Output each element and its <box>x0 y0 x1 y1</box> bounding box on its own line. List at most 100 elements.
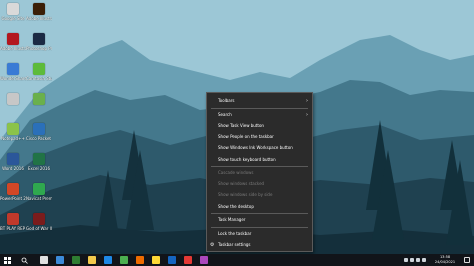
game-app-icon[interactable] <box>72 256 80 264</box>
volume-icon[interactable] <box>416 258 420 262</box>
desktop-icon-label: Excel 2016 <box>27 166 51 171</box>
desktop-icon[interactable]: Adobe Illustrator <box>26 3 52 21</box>
desktop-icon-label: Notepad++ <box>1 136 25 141</box>
clock-date: 24/04/2021 <box>434 260 456 264</box>
menu-item-label: Cascade windows <box>218 170 254 175</box>
menu-item-show-windows-ink-workspace-button[interactable]: Show Windows Ink Workspace button <box>207 143 312 153</box>
app-icon <box>7 3 19 15</box>
desktop-icon[interactable]: God of War II <box>26 213 52 231</box>
menu-item-show-people-on-the-taskbar[interactable]: Show People on the taskbar <box>207 132 312 142</box>
file-explorer-icon[interactable] <box>88 256 96 264</box>
menu-item-label: Lock the taskbar <box>218 231 252 236</box>
app-icon <box>33 153 45 165</box>
app-icon <box>33 213 45 225</box>
desktop-icon[interactable] <box>26 93 52 106</box>
app-icon <box>33 3 45 15</box>
app-icon <box>33 123 45 135</box>
sublime-icon[interactable] <box>136 256 144 264</box>
menu-separator <box>211 166 308 167</box>
desktop-icon[interactable]: Photoshop Premium <box>26 33 52 51</box>
app-icon <box>7 93 19 105</box>
menu-item-label: Show Windows Ink Workspace button <box>218 145 293 150</box>
menu-item-show-windows-side-by-side: Show windows side by side <box>207 190 312 200</box>
app-icon <box>7 213 19 225</box>
menu-item-task-manager[interactable]: Task Manager <box>207 215 312 225</box>
vscode-icon[interactable] <box>104 256 112 264</box>
desktop-icon-label: God of War II <box>26 226 52 231</box>
desktop-icon-label: Camtasia Studio <box>26 76 52 81</box>
menu-item-label: Toolbars <box>218 98 235 103</box>
desktop-icon[interactable]: Adobe Illustrator <box>0 33 26 51</box>
app-icon <box>7 63 19 75</box>
system-clock[interactable]: 13:58 24/04/2021 <box>430 255 460 265</box>
search-icon[interactable] <box>21 257 28 264</box>
language-icon[interactable] <box>422 258 426 262</box>
menu-item-label: Show Task View button <box>218 123 264 128</box>
chrome-icon[interactable] <box>120 256 128 264</box>
desktop-icon[interactable] <box>0 93 26 106</box>
app-icon <box>7 153 19 165</box>
app-icon <box>33 63 45 75</box>
desktop-icon[interactable]: Word 2016 <box>0 153 26 171</box>
app-icon <box>33 33 45 45</box>
menu-item-show-windows-stacked: Show windows stacked <box>207 179 312 189</box>
desktop-icon[interactable]: Camtasia Studio <box>26 63 52 81</box>
menu-item-search[interactable]: Search › <box>207 110 312 120</box>
task-view-icon[interactable] <box>40 256 48 264</box>
menu-item-label: Show People on the taskbar <box>218 134 274 139</box>
desktop-icon-label: Adobe Illustrator <box>0 46 26 51</box>
desktop-icon-label: Google Site <box>1 16 25 21</box>
desktop-icon-label: WonderShare Filmora <box>0 76 26 81</box>
app-icon-2[interactable] <box>184 256 192 264</box>
notifications-icon[interactable] <box>464 257 470 263</box>
gear-icon: ⚙ <box>210 242 215 248</box>
taskbar-context-menu: Toolbars › Search › Show Task View button Sho… <box>206 92 313 252</box>
menu-item-toolbars[interactable]: Toolbars › <box>207 96 312 106</box>
desktop-icon-label: Word 2016 <box>2 166 24 171</box>
app-icon <box>7 123 19 135</box>
desktop-icon[interactable]: Cisco Packet Tracer <box>26 123 52 141</box>
menu-item-lock-the-taskbar[interactable]: Lock the taskbar <box>207 229 312 239</box>
network-icon[interactable] <box>410 258 414 262</box>
menu-item-label: Task Manager <box>218 217 246 222</box>
desktop-icon[interactable]: Google Site <box>0 3 26 21</box>
desktop-icon[interactable]: PowerPoint 2016 <box>0 183 26 201</box>
desktop-icon-label: Adobe Illustrator <box>26 16 52 21</box>
menu-item-show-touch-keyboard-button[interactable]: Show touch keyboard button <box>207 155 312 165</box>
menu-item-cascade-windows: Cascade windows <box>207 168 312 178</box>
desktop-icon-label: Navicat Premium 12 <box>26 196 52 201</box>
app-icon <box>33 183 45 195</box>
menu-separator <box>211 227 308 228</box>
menu-item-show-the-desktop[interactable]: Show the desktop <box>207 202 312 212</box>
desktop[interactable]: Google SiteAdobe IllustratorAdobe Illust… <box>0 0 474 254</box>
desktop-icon-label: PowerPoint 2016 <box>0 196 26 201</box>
app-icon[interactable] <box>152 256 160 264</box>
taskbar[interactable]: 13:58 24/04/2021 <box>0 254 474 266</box>
tray-chevron-icon[interactable] <box>404 258 408 262</box>
desktop-icon[interactable]: WonderShare Filmora <box>0 63 26 81</box>
desktop-icon-label: BT PLAY REP OFFLINE <box>0 226 26 231</box>
desktop-icon[interactable]: Notepad++ <box>0 123 26 141</box>
app-icon <box>7 183 19 195</box>
desktop-icon-label: Photoshop Premium <box>26 46 52 51</box>
photoshop-icon[interactable] <box>168 256 176 264</box>
menu-separator <box>211 213 308 214</box>
menu-separator <box>211 108 308 109</box>
desktop-icon-label: Cisco Packet Tracer <box>26 136 52 141</box>
menu-item-label: Search <box>218 112 232 117</box>
menu-item-show-task-view-button[interactable]: Show Task View button <box>207 121 312 131</box>
microsoft-store-icon[interactable] <box>56 256 64 264</box>
menu-item-label: Show the desktop <box>218 204 254 209</box>
menu-item-taskbar-settings[interactable]: Taskbar settings ⚙ <box>207 240 312 250</box>
windows-logo-icon[interactable] <box>4 257 11 264</box>
desktop-icon[interactable]: Navicat Premium 12 <box>26 183 52 201</box>
desktop-icon[interactable]: Excel 2016 <box>26 153 52 171</box>
desktop-icon[interactable]: BT PLAY REP OFFLINE <box>0 213 26 231</box>
menu-item-label: Taskbar settings <box>218 242 251 247</box>
menu-item-label: Show windows side by side <box>218 192 273 197</box>
app-icon-3[interactable] <box>200 256 208 264</box>
chevron-right-icon: › <box>306 98 308 104</box>
app-icon <box>7 33 19 45</box>
menu-item-label: Show touch keyboard button <box>218 157 276 162</box>
app-icon <box>33 93 45 105</box>
